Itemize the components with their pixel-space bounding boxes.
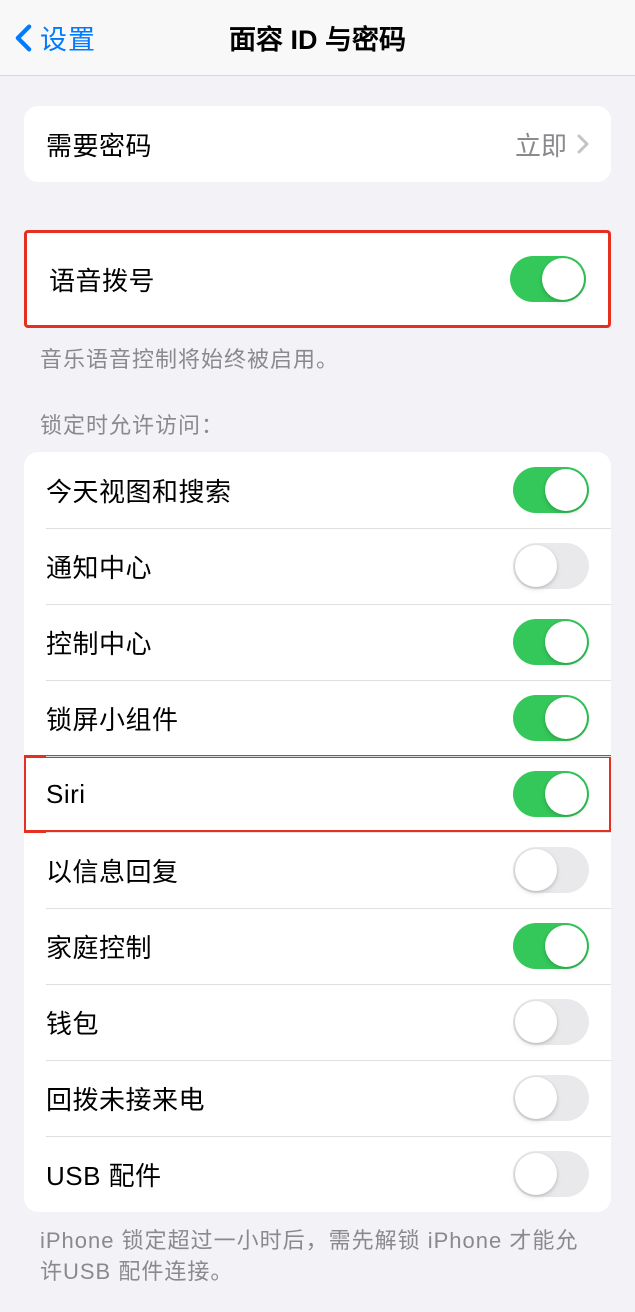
require-passcode-value: 立即 <box>515 126 567 163</box>
lock-access-label: 钱包 <box>46 1004 99 1041</box>
lock-access-label: 控制中心 <box>46 624 152 661</box>
back-button[interactable]: 设置 <box>12 18 96 57</box>
voice-dial-label: 语音拨号 <box>49 261 155 298</box>
voice-dial-group: 语音拨号 <box>24 230 611 328</box>
lock-access-row: Siri <box>24 756 611 832</box>
page-title: 面容 ID 与密码 <box>229 18 406 57</box>
lock-access-toggle[interactable] <box>513 467 589 513</box>
lock-access-row: 今天视图和搜索 <box>24 452 611 528</box>
lock-access-row: 通知中心 <box>24 528 611 604</box>
lock-access-toggle[interactable] <box>513 847 589 893</box>
lock-access-label: 锁屏小组件 <box>46 700 179 737</box>
lock-access-label: 以信息回复 <box>46 852 179 889</box>
lock-access-toggle[interactable] <box>513 619 589 665</box>
lock-access-toggle[interactable] <box>513 543 589 589</box>
lock-access-toggle[interactable] <box>513 771 589 817</box>
lock-access-toggle[interactable] <box>513 695 589 741</box>
voice-dial-footer: 音乐语音控制将始终被启用。 <box>40 342 595 374</box>
lock-access-group: 今天视图和搜索通知中心控制中心锁屏小组件 Siri 以信息回复家庭控制钱包回拨未接来… <box>24 452 611 1212</box>
navbar: 设置 面容 ID 与密码 <box>0 0 635 76</box>
chevron-left-icon <box>12 21 34 55</box>
lock-access-footer: iPhone 锁定超过一小时后，需先解锁 iPhone 才能允许USB 配件连接… <box>40 1226 595 1288</box>
lock-access-label: Siri <box>46 779 86 810</box>
lock-access-row: 以信息回复 <box>24 832 611 908</box>
lock-access-row: 锁屏小组件 <box>24 680 611 756</box>
lock-access-toggle[interactable] <box>513 1151 589 1197</box>
lock-access-row: 钱包 <box>24 984 611 1060</box>
require-passcode-label: 需要密码 <box>46 126 152 163</box>
back-label: 设置 <box>40 18 96 57</box>
lock-access-label: 家庭控制 <box>46 928 152 965</box>
lock-access-label: 今天视图和搜索 <box>46 472 232 509</box>
voice-dial-toggle[interactable] <box>510 256 586 302</box>
require-passcode-group: 需要密码 立即 <box>24 106 611 182</box>
lock-access-row: 家庭控制 <box>24 908 611 984</box>
lock-access-label: 回拨未接来电 <box>46 1080 205 1117</box>
lock-access-label: USB 配件 <box>46 1156 162 1193</box>
lock-access-row: 控制中心 <box>24 604 611 680</box>
content: 需要密码 立即 语音拨号 音乐语音控制将始终被启用。 锁定时允许访问： 今天视图… <box>0 106 635 1312</box>
chevron-right-icon <box>577 134 589 154</box>
lock-access-toggle[interactable] <box>513 999 589 1045</box>
lock-access-row: 回拨未接来电 <box>24 1060 611 1136</box>
voice-dial-row: 语音拨号 <box>27 233 608 325</box>
lock-access-header: 锁定时允许访问： <box>40 408 595 440</box>
lock-access-label: 通知中心 <box>46 548 152 585</box>
lock-access-toggle[interactable] <box>513 1075 589 1121</box>
lock-access-row: USB 配件 <box>24 1136 611 1212</box>
lock-access-toggle[interactable] <box>513 923 589 969</box>
require-passcode-row[interactable]: 需要密码 立即 <box>24 106 611 182</box>
